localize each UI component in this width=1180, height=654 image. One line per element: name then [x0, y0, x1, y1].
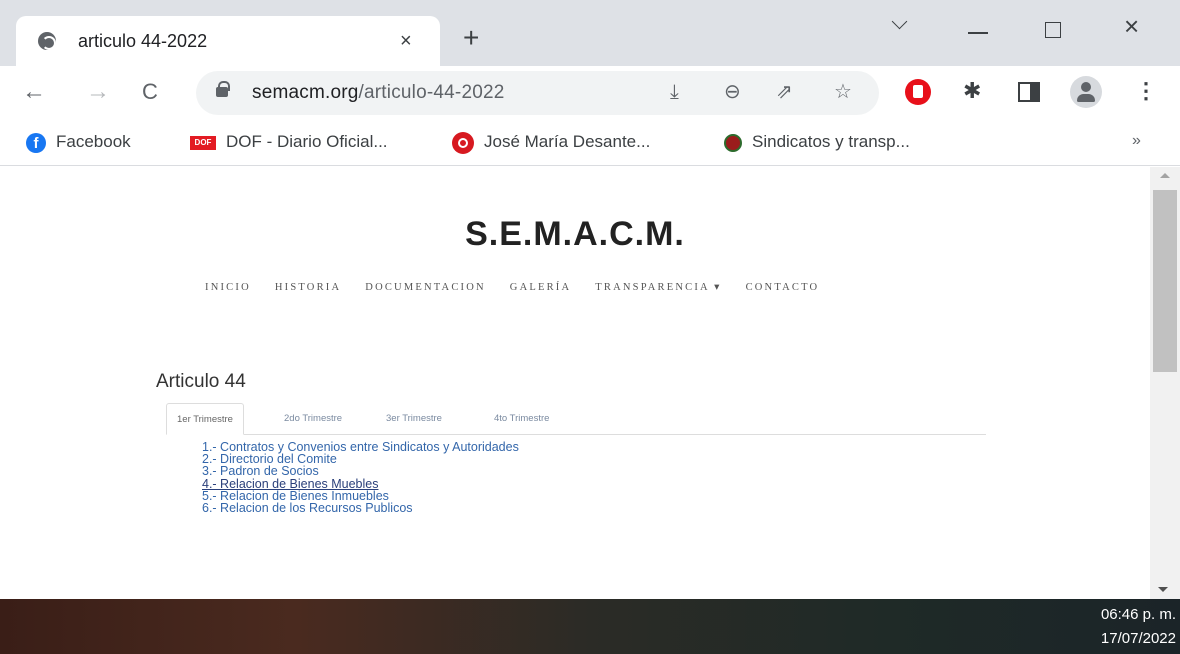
- taskbar: 06:46 p. m. 17/07/2022: [0, 599, 1180, 654]
- tab-3er-trimestre[interactable]: 3er Trimestre: [376, 403, 452, 435]
- forward-button[interactable]: →: [86, 78, 110, 106]
- tab-strip: articulo 44-2022 × + ×: [0, 0, 1180, 66]
- share-icon[interactable]: ⇗: [776, 81, 793, 103]
- bookmark-label: Sindicatos y transp...: [752, 132, 910, 151]
- bookmark-dof[interactable]: DOF DOF - Diario Oficial...: [190, 130, 388, 154]
- bookmarks-bar: f Facebook DOF DOF - Diario Oficial... Jos…: [0, 120, 1180, 166]
- extensions-icon[interactable]: ✱: [963, 78, 981, 104]
- nav-galeria[interactable]: GALERÍA: [510, 282, 571, 293]
- page-heading: Articulo 44: [156, 371, 246, 392]
- address-bar[interactable]: semacm.org/articulo-44-2022 ⤓ ⊖ ⇗ ☆: [196, 71, 879, 115]
- maximize-button[interactable]: [1045, 22, 1061, 38]
- document-link[interactable]: 6.- Relacion de los Recursos Publicos: [202, 502, 519, 515]
- nav-documentacion[interactable]: DOCUMENTACION: [365, 282, 486, 293]
- page-viewport: S.E.M.A.C.M. INICIO HISTORIA DOCUMENTACION…: [0, 167, 1150, 599]
- bookmark-jose-maria[interactable]: José María Desante...: [452, 130, 650, 154]
- zoom-icon[interactable]: ⊖: [724, 81, 741, 103]
- scroll-down-arrow-icon[interactable]: [1158, 587, 1168, 592]
- bookmark-facebook[interactable]: f Facebook: [26, 130, 131, 154]
- tab-4to-trimestre[interactable]: 4to Trimestre: [484, 403, 559, 435]
- bookmark-label: Facebook: [56, 132, 131, 151]
- nav-historia[interactable]: HISTORIA: [275, 282, 341, 293]
- taskbar-clock[interactable]: 06:46 p. m. 17/07/2022: [1101, 603, 1176, 651]
- tab-1er-trimestre[interactable]: 1er Trimestre: [166, 403, 244, 435]
- adblock-stop-icon[interactable]: [905, 79, 931, 105]
- site-title[interactable]: S.E.M.A.C.M.: [0, 215, 1150, 254]
- side-panel-icon[interactable]: [1018, 82, 1040, 102]
- nav-transparencia[interactable]: TRANSPARENCIA ▾: [595, 281, 721, 293]
- dof-icon: DOF: [190, 135, 216, 150]
- tab-title: articulo 44-2022: [78, 31, 208, 51]
- nav-inicio[interactable]: INICIO: [205, 282, 251, 293]
- install-app-icon[interactable]: ⤓: [670, 81, 679, 103]
- facebook-icon: f: [26, 132, 46, 153]
- bookmark-label: José María Desante...: [484, 132, 651, 151]
- close-window-button[interactable]: ×: [1124, 13, 1139, 39]
- tab-close-icon[interactable]: ×: [400, 30, 412, 53]
- tab-search-chevron-icon[interactable]: [892, 18, 908, 34]
- record-icon: [452, 131, 474, 154]
- back-button[interactable]: ←: [22, 78, 46, 106]
- bookmarks-overflow-button[interactable]: »: [1132, 132, 1141, 150]
- browser-toolbar: ← → C semacm.org/articulo-44-2022 ⤓ ⊖ ⇗ …: [0, 66, 1180, 120]
- document-link[interactable]: 3.- Padron de Socios: [202, 465, 519, 478]
- sindicatos-icon: [724, 133, 742, 152]
- url-domain: semacm.org: [252, 82, 359, 103]
- bookmark-star-icon[interactable]: ☆: [834, 81, 852, 103]
- document-list: 1.- Contratos y Convenios entre Sindicat…: [202, 441, 519, 515]
- site-nav: INICIO HISTORIA DOCUMENTACION GALERÍA TRANSP…: [205, 277, 843, 295]
- scroll-thumb[interactable]: [1153, 190, 1177, 372]
- tab-2do-trimestre[interactable]: 2do Trimestre: [274, 403, 352, 435]
- globe-icon: [38, 32, 56, 50]
- url-path: /articulo-44-2022: [358, 82, 505, 103]
- nav-contacto[interactable]: CONTACTO: [746, 282, 820, 293]
- browser-tab[interactable]: articulo 44-2022 ×: [16, 16, 440, 66]
- minimize-button[interactable]: [968, 32, 988, 34]
- lock-icon[interactable]: [216, 81, 230, 97]
- document-link[interactable]: 4.- Relacion de Bienes Muebles: [202, 477, 519, 490]
- reload-button[interactable]: C: [142, 78, 158, 106]
- url-text[interactable]: semacm.org/articulo-44-2022: [252, 82, 505, 104]
- quarter-tabs: 1er Trimestre 2do Trimestre 3er Trimestr…: [166, 403, 986, 435]
- clock-date: 17/07/2022: [1100, 630, 1176, 647]
- scroll-up-arrow-icon[interactable]: [1160, 173, 1170, 178]
- profile-icon[interactable]: [1070, 76, 1102, 108]
- bookmark-sindicatos[interactable]: Sindicatos y transp...: [724, 130, 910, 154]
- bookmark-label: DOF - Diario Oficial...: [226, 132, 388, 151]
- clock-time: 06:46 p. m.: [1100, 606, 1176, 623]
- menu-icon[interactable]: ⋮: [1135, 80, 1157, 102]
- new-tab-button[interactable]: +: [463, 24, 479, 52]
